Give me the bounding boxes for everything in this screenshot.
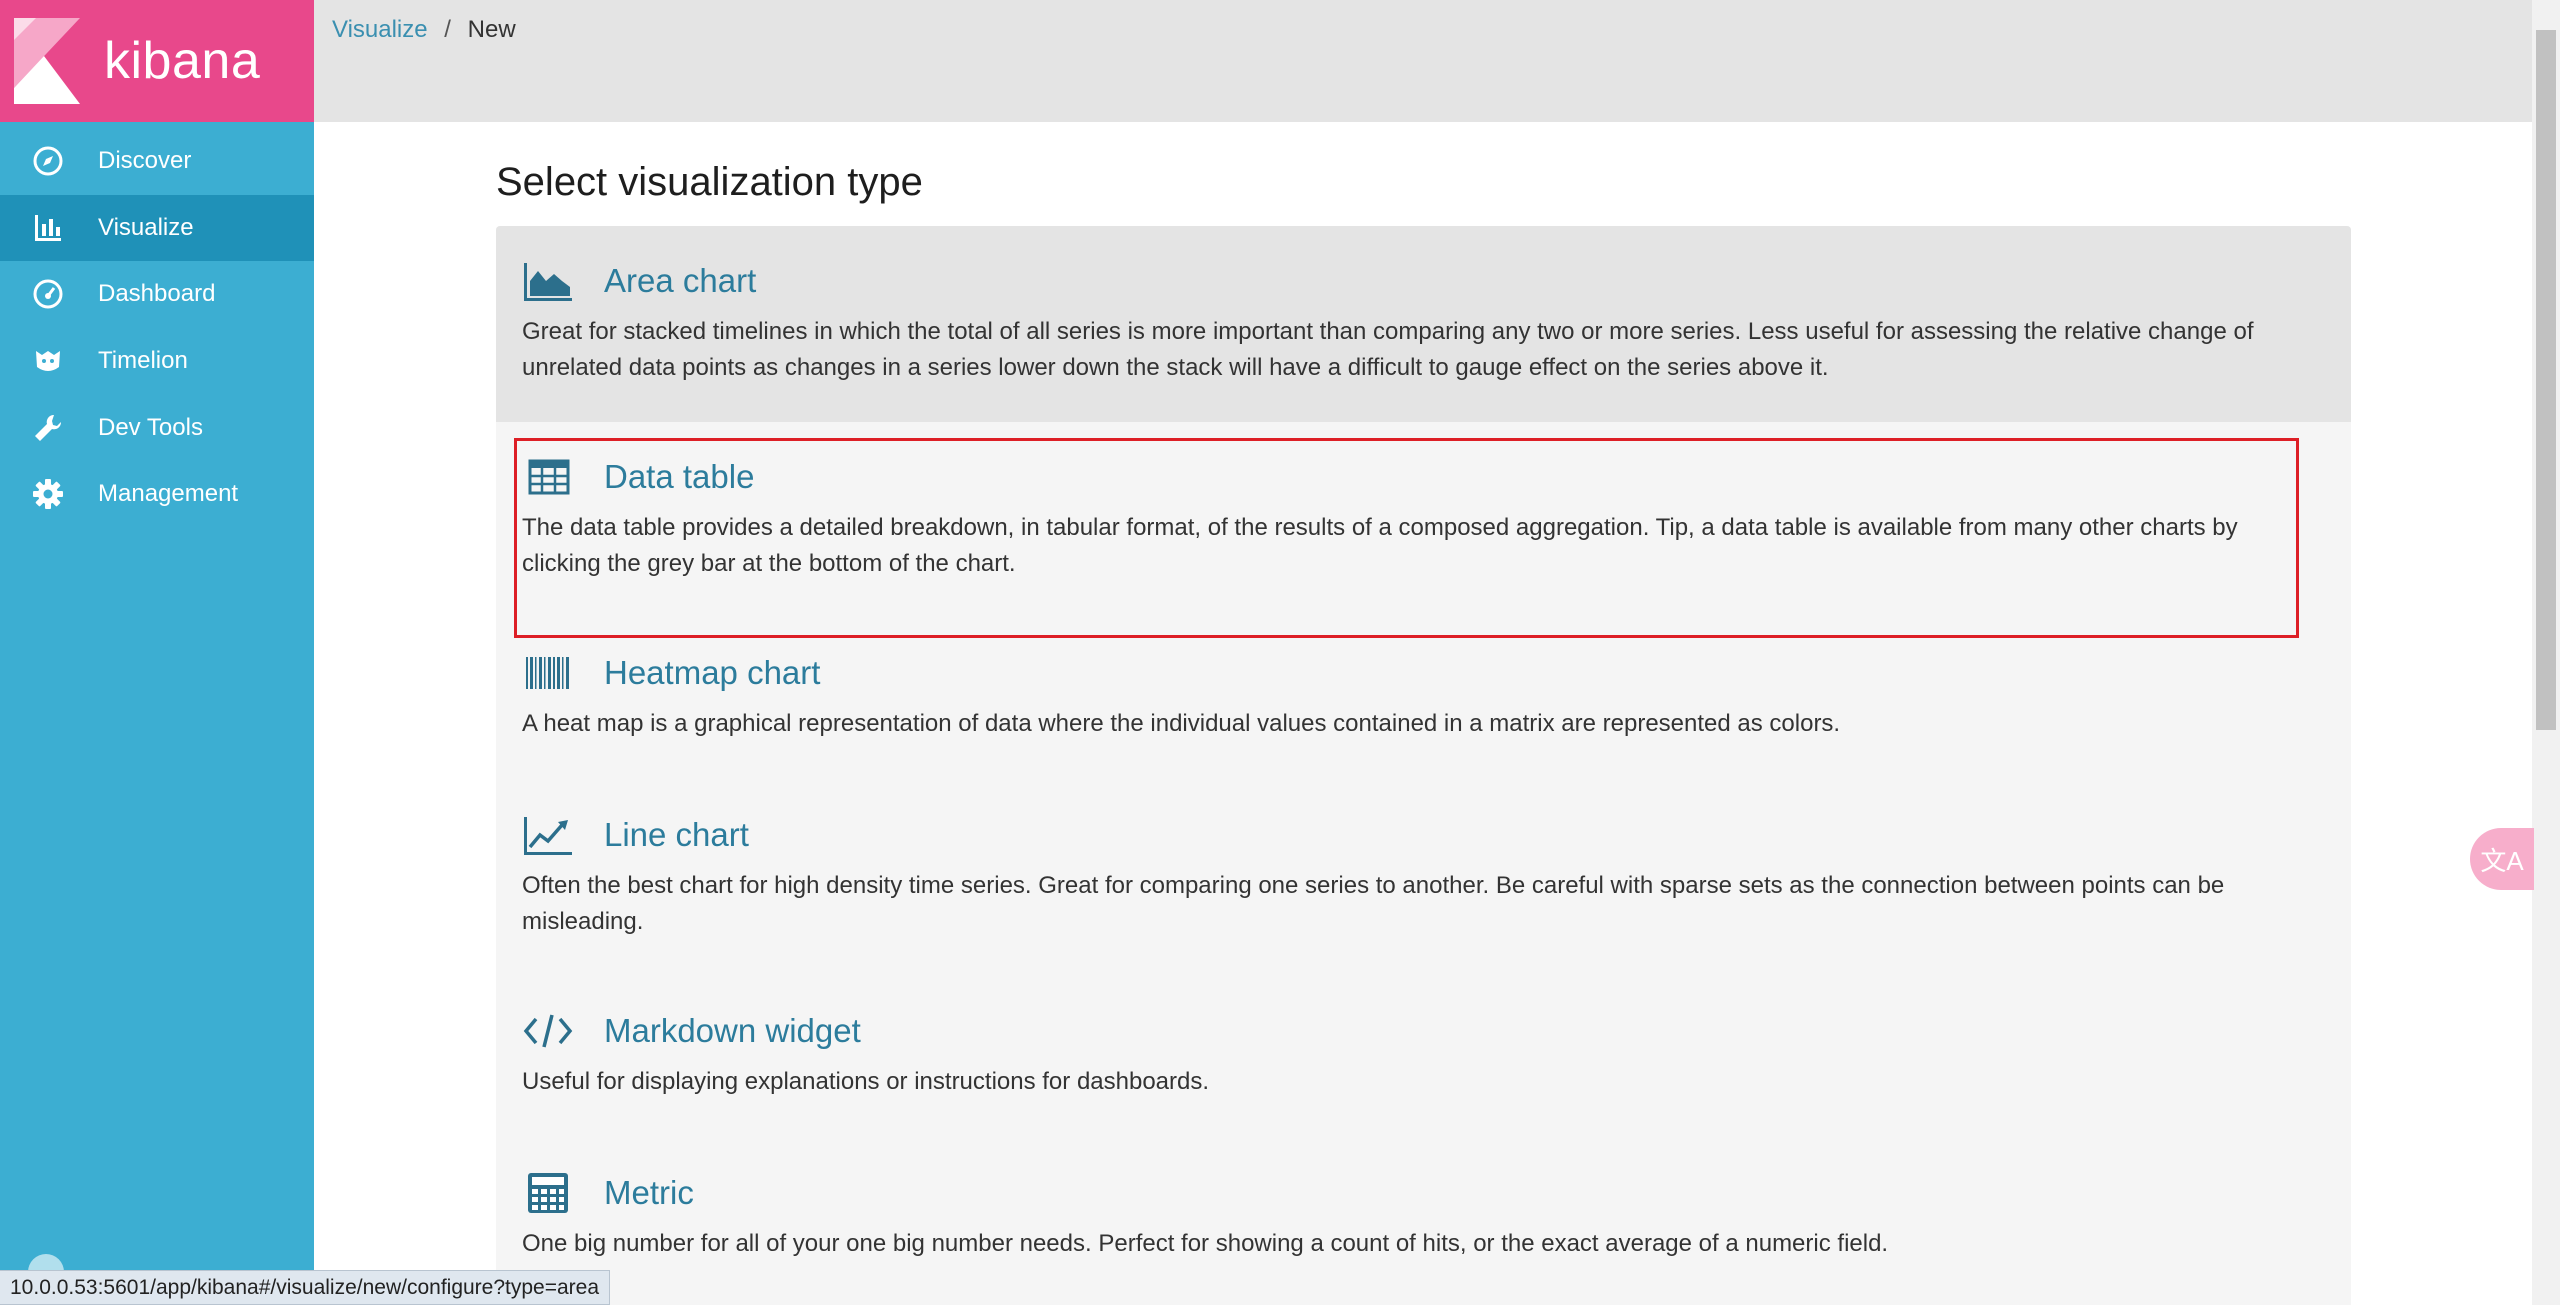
code-icon [522, 1009, 574, 1053]
gauge-icon [30, 276, 66, 312]
page-scrollbar[interactable] [2532, 0, 2560, 1305]
vis-type-title: Area chart [604, 262, 757, 299]
sidebar: kibana Discover Visualize Dashboard Time… [0, 0, 314, 1305]
sidebar-item-visualize[interactable]: Visualize [0, 194, 314, 262]
vis-type-title: Markdown widget [604, 1012, 861, 1049]
breadcrumb-separator: / [444, 16, 451, 43]
barcode-icon [522, 651, 574, 695]
compass-icon [30, 143, 66, 179]
vis-type-description: Useful for displaying explanations or in… [522, 1068, 1210, 1095]
logo-text: kibana [104, 32, 261, 90]
sidebar-item-label: Dashboard [98, 280, 216, 308]
scrollbar-thumb[interactable] [2536, 30, 2556, 730]
sidebar-item-discover[interactable]: Discover [0, 128, 314, 195]
kibana-logo-icon [14, 18, 80, 104]
breadcrumb-visualize-link[interactable]: Visualize [332, 16, 428, 43]
vis-type-description: A heat map is a graphical representation… [522, 710, 1841, 737]
vis-type-markdown-widget[interactable]: Markdown widget Useful for displaying ex… [496, 976, 2351, 1138]
sidebar-item-label: Management [98, 480, 239, 508]
visualization-type-list: Area chart Great for stacked timelines i… [496, 226, 2351, 1305]
translate-icon: 文A [2480, 845, 2524, 876]
vis-type-title: Line chart [604, 816, 749, 853]
vis-type-description: One big number for all of your one big n… [522, 1230, 1889, 1257]
sidebar-item-label: Visualize [98, 213, 194, 241]
line-chart-icon [522, 813, 574, 857]
page-title: Select visualization type [496, 160, 923, 204]
translate-button[interactable]: 文A [2470, 828, 2534, 890]
vis-type-line-chart[interactable]: Line chart Often the best chart for high… [496, 780, 2351, 976]
vis-type-title: Data table [604, 458, 755, 495]
bar-chart-icon [30, 210, 66, 246]
vis-type-metric[interactable]: Metric One big number for all of your on… [496, 1138, 2351, 1305]
vis-type-area-chart[interactable]: Area chart Great for stacked timelines i… [496, 226, 2351, 422]
vis-type-description: Great for stacked timelines in which the… [522, 318, 2254, 381]
breadcrumb-current: New [467, 16, 516, 43]
timelion-icon [30, 343, 66, 379]
sidebar-item-management[interactable]: Management [0, 461, 314, 528]
table-icon [522, 455, 574, 499]
breadcrumb: Visualize / New [314, 0, 2532, 122]
status-url-bar: 10.0.0.53:5601/app/kibana#/visualize/new… [0, 1270, 611, 1305]
vis-type-description: Often the best chart for high density ti… [522, 872, 2225, 935]
sidebar-item-label: Timelion [98, 347, 188, 375]
sidebar-item-label: Discover [98, 147, 192, 175]
area-chart-icon [522, 259, 574, 303]
sidebar-item-dashboard[interactable]: Dashboard [0, 261, 314, 328]
sidebar-item-dev-tools[interactable]: Dev Tools [0, 394, 314, 461]
vis-type-data-table[interactable]: Data table The data table provides a det… [496, 422, 2351, 618]
gear-icon [30, 476, 66, 512]
kibana-logo[interactable]: kibana [0, 0, 314, 122]
vis-type-title: Metric [604, 1174, 694, 1211]
vis-type-heatmap-chart[interactable]: Heatmap chart A heat map is a graphical … [496, 618, 2351, 780]
vis-type-title: Heatmap chart [604, 654, 821, 691]
vis-type-description: The data table provides a detailed break… [522, 514, 2238, 577]
sidebar-nav: Discover Visualize Dashboard Timelion De… [0, 128, 314, 528]
sidebar-item-label: Dev Tools [98, 413, 203, 441]
status-url: 10.0.0.53:5601/app/kibana#/visualize/new… [10, 1275, 600, 1299]
main-content: Select visualization type Area chart Gre… [314, 122, 2532, 1305]
calculator-icon [522, 1171, 574, 1215]
wrench-icon [30, 410, 66, 446]
sidebar-item-timelion[interactable]: Timelion [0, 328, 314, 395]
